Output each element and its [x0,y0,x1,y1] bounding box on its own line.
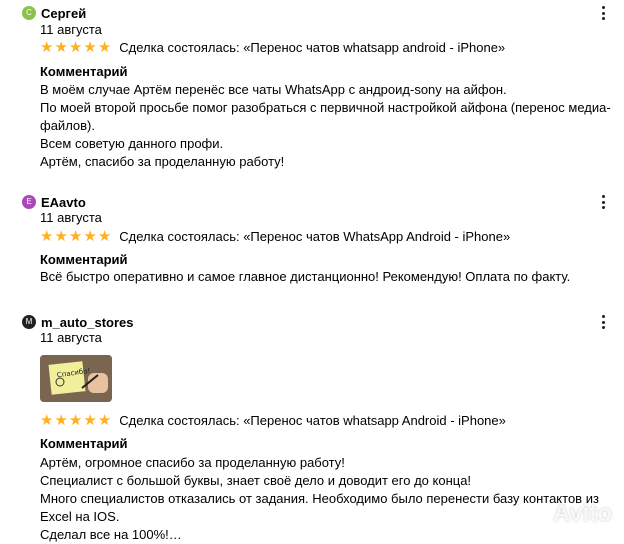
avatar[interactable]: M [22,315,36,329]
star-icon: ★ [97,411,112,429]
watermark-text: Avito [552,500,612,527]
star-icon: ★ [68,227,83,245]
star-icon: ★ [97,38,112,56]
star-icon: ★ [54,411,68,429]
author-name[interactable]: Сергей [41,6,86,21]
review-date: 11 августа [40,210,102,225]
thank-you-note-image: Спасибо! [40,355,112,402]
comment-line: файлов). [40,118,95,133]
review-header: E EAavto [22,192,86,212]
comment-line: Артём, огромное спасибо за проделанную р… [40,455,345,470]
more-options-icon[interactable] [602,6,606,20]
author-name[interactable]: EAavto [41,195,86,210]
review-header: С Сергей [22,3,86,23]
comment-text: Всё быстро оперативно и самое главное ди… [40,268,570,286]
avatar[interactable]: E [22,195,36,209]
comment-line: Excel на IOS. [40,509,120,524]
review-header: M m_auto_stores [22,312,133,332]
comment-line: Всем советую данного профи. [40,136,224,151]
comment-line: Сделал все на 100%!… [40,527,182,542]
comment-text: В моём случае Артём перенёс все чаты Wha… [40,81,611,171]
comment-label: Комментарий [40,64,128,79]
star-icon: ★ [40,38,54,56]
comment-line: Артём, спасибо за проделанную работу! [40,154,285,169]
star-icon: ★ [54,38,68,56]
rating-row: ★ ★ ★ ★ ★ Сделка состоялась: «Перенос чатов … [40,411,506,429]
star-icon: ★ [97,227,112,245]
review-card: E EAavto 11 августа ★ ★ ★ ★ ★ Сделка состоял… [0,190,624,290]
star-icon: ★ [83,38,97,56]
star-icon: ★ [83,411,97,429]
deal-text: Сделка состоялась: «Перенос чатов whatsa… [119,412,506,428]
comment-line: В моём случае Артём перенёс все чаты Wha… [40,82,507,97]
author-name[interactable]: m_auto_stores [41,315,133,330]
avito-logo-icon [525,504,552,524]
star-icon: ★ [54,227,68,245]
avito-watermark: Avito [525,500,612,528]
review-card: С Сергей 11 августа ★ ★ ★ ★ ★ Сделка состоял… [0,0,624,180]
star-icon: ★ [83,227,97,245]
more-options-icon[interactable] [602,315,606,329]
rating-stars: ★ ★ ★ ★ ★ [40,229,112,244]
rating-row: ★ ★ ★ ★ ★ Сделка состоялась: «Перенос чатов … [40,38,505,56]
star-icon: ★ [68,411,83,429]
review-photo[interactable]: Спасибо! [40,355,112,402]
deal-text: Сделка состоялась: «Перенос чатов whatsa… [119,39,506,55]
comment-line: Всё быстро оперативно и самое главное ди… [40,269,571,284]
review-date: 11 августа [40,22,102,37]
comment-line: По моей второй просьбе помог разобраться… [40,100,611,115]
comment-line: Много специалистов отказались от задания… [40,491,599,506]
star-icon: ★ [40,227,54,245]
rating-stars: ★ ★ ★ ★ ★ [40,40,112,55]
star-icon: ★ [40,411,54,429]
star-icon: ★ [68,38,83,56]
more-options-icon[interactable] [602,195,606,209]
comment-label: Комментарий [40,252,128,267]
deal-text: Сделка состоялась: «Перенос чатов WhatsA… [119,228,511,244]
review-date: 11 августа [40,330,102,345]
comment-line: Специалист с большой буквы, знает своё д… [40,473,472,488]
comment-text: Артём, огромное спасибо за проделанную р… [40,454,599,544]
comment-label: Комментарий [40,436,128,451]
rating-row: ★ ★ ★ ★ ★ Сделка состоялась: «Перенос чатов … [40,227,510,245]
rating-stars: ★ ★ ★ ★ ★ [40,413,112,428]
avatar[interactable]: С [22,6,36,20]
